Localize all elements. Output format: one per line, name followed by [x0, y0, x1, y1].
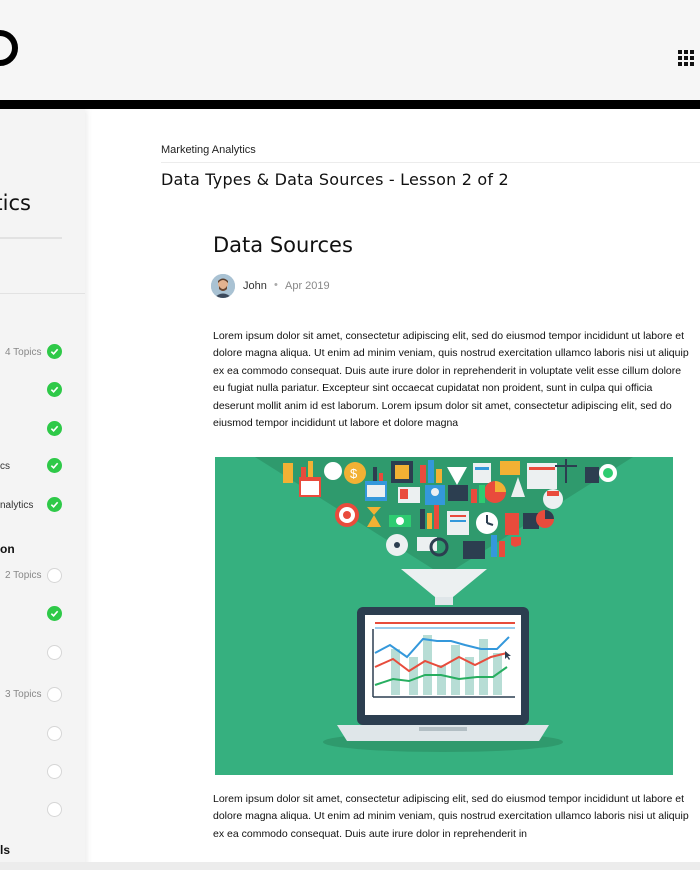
- complete-check-icon: [47, 497, 62, 512]
- breadcrumb[interactable]: Marketing Analytics: [161, 144, 256, 156]
- sidebar-topic-row[interactable]: nalytics: [0, 496, 85, 516]
- sidebar-topic-row[interactable]: [0, 605, 85, 625]
- incomplete-circle-icon: [47, 568, 62, 583]
- breadcrumb-divider: [161, 162, 700, 163]
- sidebar-topic-row[interactable]: [0, 381, 85, 401]
- sidebar-topic-row[interactable]: [0, 800, 85, 820]
- incomplete-circle-icon: [47, 764, 62, 779]
- meta-separator: •: [274, 279, 278, 291]
- topic-label: cs: [0, 461, 10, 472]
- top-header: [0, 0, 700, 100]
- sidebar-topic-row[interactable]: [0, 724, 85, 744]
- sidebar-topic-row[interactable]: [0, 420, 85, 440]
- publish-date: Apr 2019: [285, 280, 330, 292]
- incomplete-circle-icon: [47, 645, 62, 660]
- header-divider-bar: [0, 100, 700, 109]
- author-name[interactable]: John: [243, 280, 267, 292]
- svg-text:$: $: [350, 466, 358, 481]
- complete-check-icon: [47, 382, 62, 397]
- sidebar-lesson-row[interactable]: 3 Topics: [0, 685, 85, 705]
- sidebar-topic-row[interactable]: cs: [0, 457, 85, 477]
- bottom-strip: [0, 862, 700, 870]
- avatar: [211, 274, 235, 298]
- sidebar-topic-row[interactable]: [0, 643, 85, 663]
- lesson-title: Data Types & Data Sources - Lesson 2 of …: [161, 170, 509, 189]
- sidebar-section-heading: ls: [0, 843, 11, 857]
- article-paragraph: Lorem ipsum dolor sit amet, consectetur …: [213, 793, 689, 840]
- complete-check-icon: [47, 344, 62, 359]
- article-paragraph: Lorem ipsum dolor sit amet, consectetur …: [213, 330, 689, 430]
- complete-check-icon: [47, 458, 62, 473]
- sidebar-divider: [0, 293, 85, 294]
- sidebar-topic-row[interactable]: [0, 762, 85, 782]
- incomplete-circle-icon: [47, 726, 62, 741]
- topic-count: 3 Topics: [5, 689, 42, 700]
- incomplete-circle-icon: [47, 687, 62, 702]
- complete-check-icon: [47, 606, 62, 621]
- course-sidebar: ytics 4 Topics cs nalytics on 2 Topic: [0, 109, 85, 870]
- sidebar-lesson-row[interactable]: 4 Topics: [0, 343, 85, 363]
- sidebar-section-heading: on: [0, 542, 15, 556]
- data-funnel-laptop-illustration: $: [215, 457, 673, 775]
- circle-logo-icon[interactable]: [0, 28, 20, 68]
- author-meta: John • Apr 2019: [211, 274, 411, 298]
- incomplete-circle-icon: [47, 802, 62, 817]
- course-title: ytics: [0, 191, 31, 215]
- article-title: Data Sources: [213, 233, 353, 257]
- sidebar-lesson-row[interactable]: 2 Topics: [0, 566, 85, 586]
- topic-label: nalytics: [0, 500, 34, 511]
- sidebar-divider: [0, 237, 62, 239]
- topic-count: 4 Topics: [5, 347, 42, 358]
- complete-check-icon: [47, 421, 62, 436]
- topic-count: 2 Topics: [5, 570, 42, 581]
- grid-apps-icon[interactable]: [678, 50, 694, 66]
